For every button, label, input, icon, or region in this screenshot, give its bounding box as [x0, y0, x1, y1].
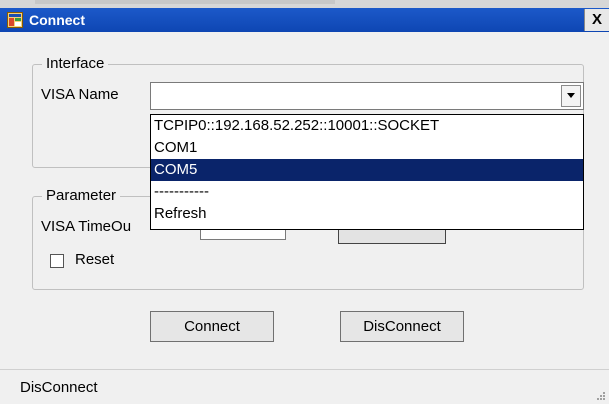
reset-checkbox[interactable] — [50, 254, 64, 268]
dropdown-option-tcpip[interactable]: TCPIP0::192.168.52.252::10001::SOCKET — [151, 115, 583, 137]
visa-name-combo[interactable] — [150, 82, 584, 110]
disconnect-button[interactable]: DisConnect — [340, 311, 464, 342]
dropdown-option-com5[interactable]: COM5 — [151, 159, 583, 181]
parameter-legend: Parameter — [42, 187, 121, 204]
combo-dropdown-button[interactable] — [561, 85, 581, 107]
background-strip — [0, 0, 609, 8]
title-bar[interactable]: Connect — [0, 8, 609, 32]
chevron-down-icon — [567, 93, 575, 98]
status-bar: DisConnect — [0, 369, 609, 404]
dropdown-option-separator[interactable]: ----------- — [151, 181, 583, 203]
visa-name-dropdown-list: TCPIP0::192.168.52.252::10001::SOCKET CO… — [150, 114, 584, 230]
background-window-edge — [35, 0, 335, 4]
window-title: Connect — [29, 12, 85, 28]
visa-name-label: VISA Name — [41, 86, 119, 103]
status-text: DisConnect — [20, 379, 98, 396]
close-button[interactable]: X — [584, 9, 609, 31]
interface-legend: Interface — [42, 55, 109, 72]
dropdown-option-com1[interactable]: COM1 — [151, 137, 583, 159]
app-window-icon — [7, 12, 23, 28]
connect-button[interactable]: Connect — [150, 311, 274, 342]
resize-grip-icon[interactable] — [596, 391, 606, 401]
dropdown-option-refresh[interactable]: Refresh — [151, 203, 583, 225]
connect-dialog: Connect X Interface VISA Name Parameter … — [0, 8, 609, 404]
visa-timeout-label: VISA TimeOu — [41, 218, 132, 235]
reset-label: Reset — [75, 251, 115, 268]
